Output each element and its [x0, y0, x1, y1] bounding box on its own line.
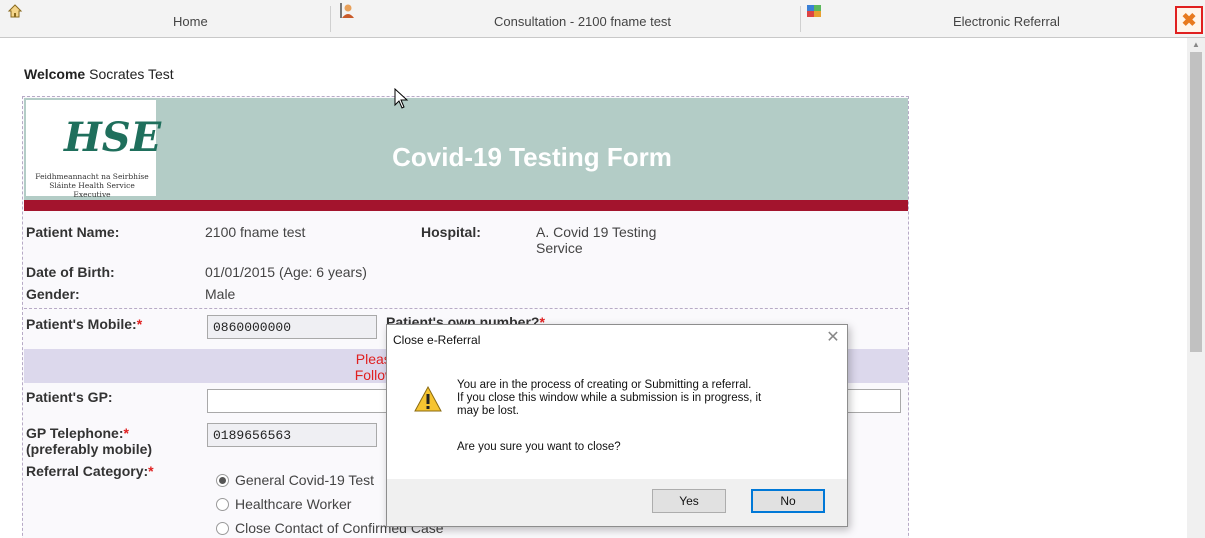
referral-category-label: Referral Category:*: [26, 463, 154, 479]
hse-logo-text: Feidhmeannacht na Seirbhíse Sláinte Heal…: [35, 172, 149, 199]
hospital-value-line2: Service: [536, 240, 583, 256]
gender-label: Gender:: [26, 286, 80, 302]
warning-icon: [413, 385, 443, 413]
hospital-value-line1: A. Covid 19 Testing: [536, 224, 657, 240]
tab-referral-label: Electronic Referral: [953, 14, 1060, 29]
tab-consultation-label: Consultation - 2100 fname test: [494, 14, 672, 29]
dialog-question: Are you sure you want to close?: [457, 441, 621, 453]
patients-gp-label: Patient's GP:: [26, 389, 113, 405]
tab-home-label: Home: [173, 14, 208, 29]
close-icon: ✖: [1181, 9, 1197, 30]
referral-option-healthcare[interactable]: Healthcare Worker: [216, 496, 351, 512]
gp-telephone-input[interactable]: 0189656563: [207, 423, 377, 447]
patient-mobile-input[interactable]: 0860000000: [207, 315, 377, 339]
scroll-up-arrow-icon[interactable]: ▲: [1187, 38, 1205, 52]
tab-home[interactable]: Home: [0, 0, 330, 38]
home-icon: [6, 2, 24, 20]
form-title: Covid-19 Testing Form: [392, 142, 672, 172]
radio-icon[interactable]: [216, 497, 229, 511]
gp-telephone-label: GP Telephone:*: [26, 425, 129, 441]
hse-logo: HSE Feidhmeannacht na Seirbhíse Sláinte …: [26, 100, 161, 199]
welcome-text: Welcome Socrates Test: [24, 66, 174, 82]
yes-button[interactable]: Yes: [652, 489, 726, 513]
tab-electronic-referral[interactable]: Electronic Referral: [801, 0, 1173, 38]
consultation-icon: [339, 2, 357, 20]
radio-icon[interactable]: [216, 521, 229, 535]
patient-name-value: 2100 fname test: [205, 224, 306, 240]
dialog-title: Close e-Referral: [393, 333, 481, 347]
close-referral-button[interactable]: ✖: [1175, 6, 1203, 34]
close-referral-dialog: Close e-Referral ✕ You are in the proces…: [386, 324, 848, 527]
dialog-close-icon[interactable]: ✕: [823, 328, 843, 348]
welcome-prefix: Welcome: [24, 66, 86, 82]
vertical-scrollbar[interactable]: ▲: [1187, 38, 1205, 538]
referral-option-general[interactable]: General Covid-19 Test: [216, 472, 374, 488]
patient-name-label: Patient Name:: [26, 224, 120, 240]
dob-value: 01/01/2015 (Age: 6 years): [205, 264, 367, 280]
welcome-user: Socrates Test: [89, 66, 174, 82]
dialog-body: You are in the process of creating or Su…: [387, 355, 847, 479]
radio-selected-icon[interactable]: [216, 473, 229, 487]
tab-consultation[interactable]: Consultation - 2100 fname test: [331, 0, 801, 38]
form-header-band: [24, 200, 908, 211]
dialog-message: You are in the process of creating or Su…: [457, 379, 762, 417]
form-header: HSE Feidhmeannacht na Seirbhíse Sláinte …: [24, 98, 908, 200]
hospital-label: Hospital:: [421, 224, 481, 240]
gender-value: Male: [205, 286, 236, 302]
no-button[interactable]: No: [751, 489, 825, 513]
mouse-cursor-icon: [394, 87, 410, 110]
hse-mark-icon: HSE: [64, 114, 162, 161]
gp-telephone-sublabel: (preferably mobile): [26, 441, 153, 457]
dob-label: Date of Birth:: [26, 264, 115, 280]
scroll-thumb[interactable]: [1190, 52, 1202, 352]
patient-mobile-label: Patient's Mobile:*: [26, 316, 143, 332]
tab-bar: Home Consultation - 2100 fname test Elec…: [0, 0, 1205, 38]
section-divider: [24, 308, 908, 309]
referral-icon: [805, 2, 823, 20]
dialog-footer: Yes No: [387, 479, 847, 526]
